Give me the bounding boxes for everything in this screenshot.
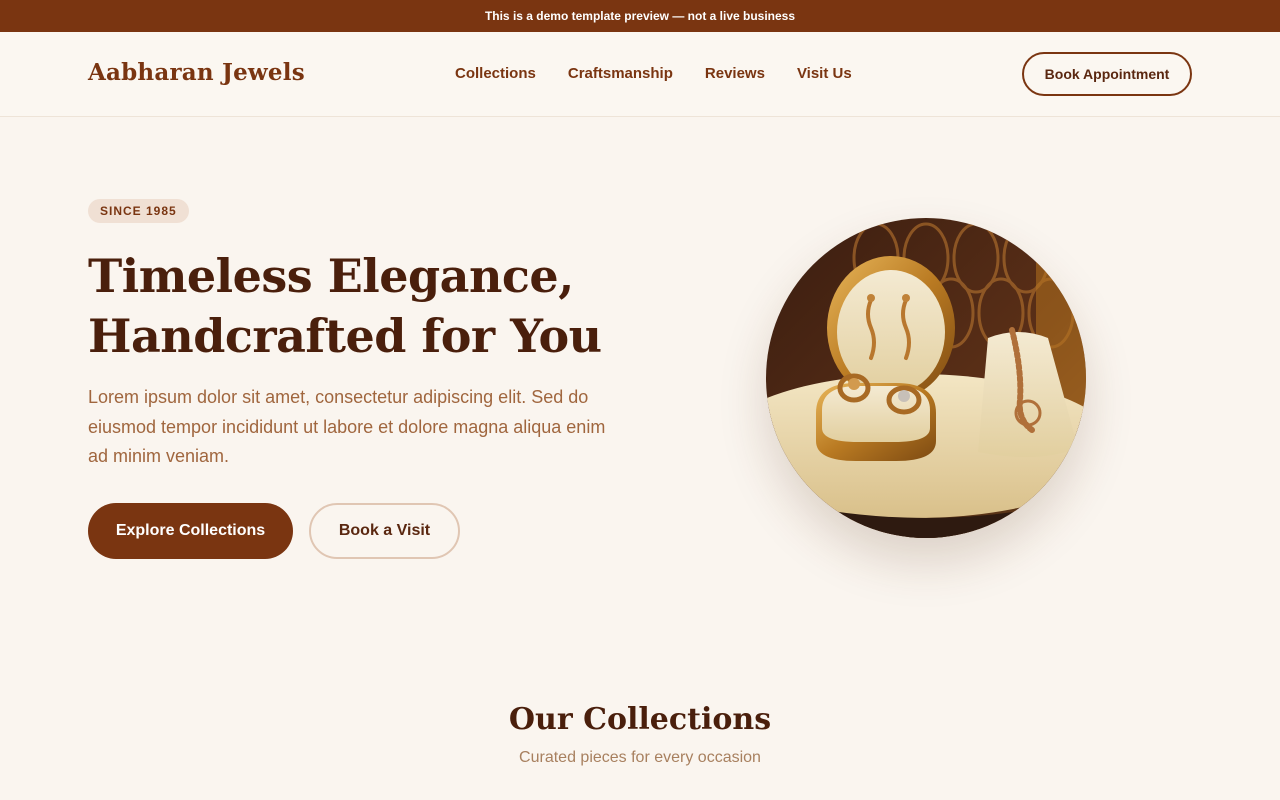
collections-subtitle: Curated pieces for every occasion <box>519 749 761 766</box>
book-visit-button[interactable]: Book a Visit <box>309 503 460 559</box>
demo-banner: This is a demo template preview — not a … <box>0 0 1280 32</box>
book-appointment-button[interactable]: Book Appointment <box>1022 52 1192 96</box>
brand-logo[interactable]: Aabharan Jewels <box>88 59 305 86</box>
jewelry-display-photo <box>766 218 1086 538</box>
hero-title: Timeless Elegance, Handcrafted for You <box>88 246 648 366</box>
nav-link-reviews[interactable]: Reviews <box>705 65 765 82</box>
main-nav: Collections Craftsmanship Reviews Visit … <box>455 65 884 82</box>
hero-title-line-1: Timeless Elegance, <box>88 249 574 303</box>
hero-jewelry-image <box>766 218 1086 538</box>
nav-link-collections[interactable]: Collections <box>455 65 536 82</box>
site-header: Aabharan Jewels Collections Craftsmanshi… <box>0 32 1280 117</box>
explore-collections-button[interactable]: Explore Collections <box>88 503 293 559</box>
hero-title-line-2: Handcrafted for You <box>88 309 602 363</box>
hero-description: Lorem ipsum dolor sit amet, consectetur … <box>88 387 606 466</box>
since-badge: SINCE 1985 <box>88 199 189 223</box>
nav-link-craftsmanship[interactable]: Craftsmanship <box>568 65 673 82</box>
collections-title: Our Collections <box>508 702 772 737</box>
nav-link-visit-us[interactable]: Visit Us <box>797 65 852 82</box>
demo-banner-text: This is a demo template preview — not a … <box>484 9 796 23</box>
